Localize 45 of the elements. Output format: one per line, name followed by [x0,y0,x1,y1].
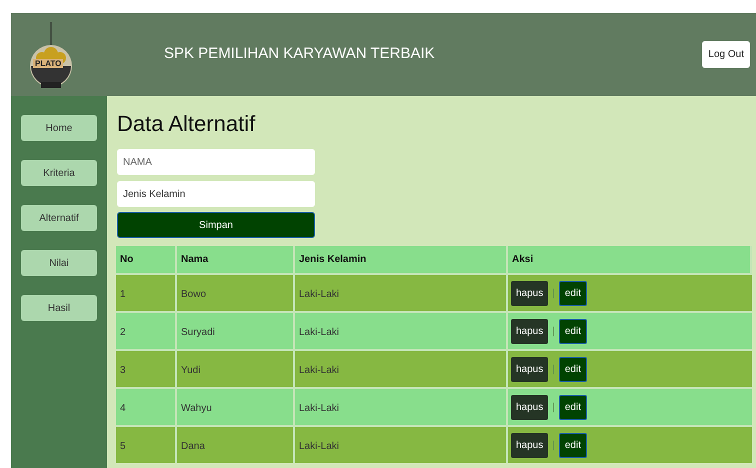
edit-button[interactable]: edit [558,280,587,306]
table-cell: Yudi [181,365,200,376]
delete-button[interactable]: hapus [511,394,548,420]
sidebar-item[interactable]: Home [21,115,97,141]
divider-text: | [552,286,555,300]
table-cell: Bowo [181,289,206,300]
table-cell: Laki-Laki [299,403,340,414]
sidebar-item[interactable]: Hasil [21,295,97,321]
table-cell: 2 [120,327,126,338]
sidebar-item[interactable]: Nilai [21,250,97,276]
delete-button[interactable]: hapus [511,432,548,458]
table-cell: Laki-Laki [299,327,340,338]
name-field[interactable]: NAMA [117,149,315,175]
table-cell: 1 [120,289,126,300]
column-header: Jenis Kelamin [299,253,366,267]
table-cell: Dana [181,441,205,452]
app-title: SPK PEMILIHAN KARYAWAN TERBAIK [164,44,435,64]
edit-button[interactable]: edit [558,318,587,344]
save-button[interactable]: Simpan [117,212,315,238]
logout-button[interactable]: Log Out [702,41,750,68]
column-header: Nama [181,253,208,267]
divider-text: | [552,438,555,452]
sidebar-item[interactable]: Alternatif [21,205,97,231]
divider-text: | [552,362,555,376]
gender-field[interactable]: Jenis Kelamin [117,181,315,207]
delete-button[interactable]: hapus [511,356,548,382]
table-cell: Laki-Laki [299,365,340,376]
column-header: Aksi [512,253,534,267]
divider-text: | [552,324,555,338]
table-cell: Laki-Laki [299,289,340,300]
table-cell: 3 [120,365,126,376]
divider-text: | [552,400,555,414]
sidebar-item[interactable]: Kriteria [21,160,97,186]
edit-button[interactable]: edit [558,432,587,458]
table-cell: 4 [120,403,126,414]
column-header: No [120,253,134,267]
table-cell: 5 [120,441,126,452]
delete-button[interactable]: hapus [511,318,548,344]
edit-button[interactable]: edit [558,356,587,382]
page-title: Data Alternatif [117,110,256,138]
delete-button[interactable]: hapus [511,280,548,306]
table-cell: Wahyu [181,403,212,414]
table-cell: Laki-Laki [299,441,340,452]
edit-button[interactable]: edit [558,394,587,420]
table-cell: Suryadi [181,327,215,338]
